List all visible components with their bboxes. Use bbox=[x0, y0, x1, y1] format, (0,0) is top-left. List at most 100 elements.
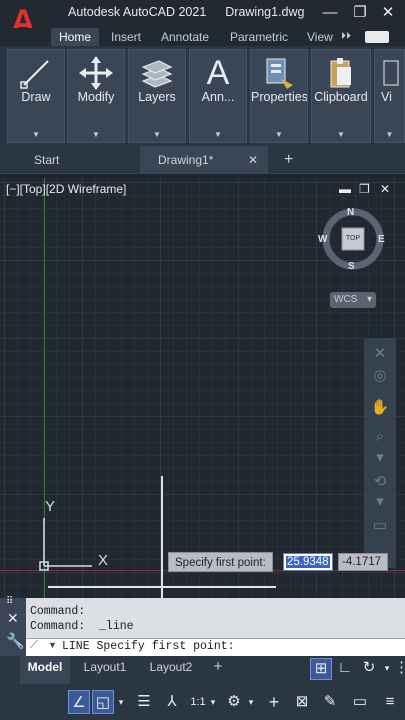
dynamic-input-icon[interactable]: ∠ bbox=[68, 690, 90, 714]
properties-panel-label: Properties bbox=[251, 90, 307, 104]
chevron-down-icon[interactable]: ▾ bbox=[116, 690, 126, 714]
modify-panel[interactable]: Modify ▼ bbox=[67, 49, 125, 143]
close-tab-icon[interactable]: ✕ bbox=[248, 146, 258, 174]
chevron-down-icon[interactable]: ▼ bbox=[251, 130, 307, 139]
tab-view[interactable]: View bbox=[307, 28, 333, 46]
tab-layout1[interactable]: Layout1 bbox=[76, 656, 134, 684]
window-title: Autodesk AutoCAD 2021 Drawing1.dwg bbox=[68, 5, 304, 19]
annotation-panel[interactable]: A Ann... ▼ bbox=[189, 49, 247, 143]
customize-wrench-icon[interactable]: 🔧 bbox=[6, 632, 25, 650]
pan-hand-icon[interactable]: ✋ bbox=[364, 398, 396, 416]
tab-insert[interactable]: Insert bbox=[111, 28, 141, 46]
tab-drawing1[interactable]: Drawing1* ✕ bbox=[140, 146, 268, 174]
selection-cycling-icon[interactable]: ◱ bbox=[92, 690, 114, 714]
modify-panel-label: Modify bbox=[77, 90, 115, 104]
close-button[interactable]: ✕ bbox=[374, 2, 402, 24]
viewport-controls-label[interactable]: [−][Top][2D Wireframe] bbox=[6, 182, 126, 196]
steering-wheel-icon[interactable]: ◎ bbox=[364, 366, 396, 384]
dynamic-input-prompt: Specify first point: bbox=[168, 552, 273, 572]
draw-panel[interactable]: Draw ▼ bbox=[7, 49, 65, 143]
app-name: Autodesk AutoCAD 2021 bbox=[68, 5, 207, 19]
clipboard-icon bbox=[312, 55, 370, 91]
annotation-visibility-icon[interactable]: ⅄ bbox=[160, 690, 184, 714]
wcs-menu[interactable]: WCS ▾ bbox=[330, 292, 376, 308]
y-coordinate-input[interactable]: -4.1717 bbox=[338, 553, 388, 571]
crosshair-vertical bbox=[161, 476, 163, 598]
chevron-down-icon[interactable]: ▼ bbox=[375, 130, 404, 139]
ucs-y-label: Y bbox=[45, 498, 56, 515]
orbit-icon[interactable]: ⟲ bbox=[364, 472, 396, 490]
customization-menu-icon[interactable]: ≡ bbox=[378, 690, 402, 714]
viewport-close-icon[interactable]: ✕ bbox=[380, 182, 390, 196]
tab-layout2[interactable]: Layout2 bbox=[142, 656, 200, 684]
ucs-x-label: X bbox=[98, 552, 109, 569]
clipboard-panel-label: Clipboard bbox=[314, 90, 368, 104]
layers-panel[interactable]: Layers ▼ bbox=[128, 49, 186, 143]
polar-tracking-icon[interactable]: ↻ bbox=[358, 658, 380, 680]
viewport-restore-icon[interactable]: ❐ bbox=[359, 182, 370, 196]
dropdown-icon[interactable]: ▾ bbox=[364, 492, 396, 510]
minimize-button[interactable]: — bbox=[316, 2, 344, 24]
zoom-icon[interactable]: ⌕ bbox=[364, 428, 396, 445]
view-panel-label: Vi bbox=[381, 90, 392, 104]
clean-screen-icon[interactable]: ▭ bbox=[348, 690, 372, 714]
layers-panel-label: Layers bbox=[138, 90, 176, 104]
compass-east[interactable]: E bbox=[378, 234, 385, 245]
document-name: Drawing1.dwg bbox=[225, 5, 305, 19]
chevron-down-icon[interactable]: ▼ bbox=[129, 130, 185, 139]
compass-south[interactable]: S bbox=[348, 261, 355, 272]
x-coordinate-input[interactable]: 25.9348 bbox=[283, 553, 333, 571]
ortho-corner-icon[interactable]: ∟ bbox=[336, 658, 354, 680]
clipboard-panel[interactable]: Clipboard ▼ bbox=[311, 49, 371, 143]
more-icon[interactable]: ⋮ bbox=[394, 658, 405, 680]
tab-annotate[interactable]: Annotate bbox=[161, 28, 209, 46]
more-tabs-button[interactable]: ⏵⏵ bbox=[341, 28, 351, 46]
properties-icon bbox=[251, 55, 307, 91]
chevron-down-icon[interactable]: ▾ bbox=[246, 690, 256, 714]
navigation-bar[interactable]: ✕ ◎ ✋ ⌕ ▾ ⟲ ▾ ▭ bbox=[364, 338, 396, 568]
recent-commands-icon[interactable]: ⟋ bbox=[30, 639, 38, 652]
tab-home[interactable]: Home bbox=[51, 28, 100, 46]
move-arrows-icon bbox=[68, 55, 124, 91]
chevron-down-icon[interactable]: ▾ bbox=[208, 690, 218, 714]
chevron-down-icon[interactable]: ▾ bbox=[382, 658, 392, 680]
maximize-button[interactable]: ❐ bbox=[346, 2, 374, 24]
draw-panel-label: Draw bbox=[21, 90, 51, 104]
chevron-down-icon[interactable]: ▼ bbox=[8, 130, 64, 139]
model-space-icon[interactable]: ⊞ bbox=[310, 658, 332, 680]
annotation-scale[interactable]: 1:1 bbox=[188, 690, 208, 714]
workspace-gear-icon[interactable]: ⚙ bbox=[222, 690, 246, 714]
drawing-viewport[interactable]: [−][Top][2D Wireframe] ▬ ❐ ✕ N S W E TOP… bbox=[0, 178, 405, 598]
chevron-down-icon[interactable]: ▼ bbox=[190, 130, 246, 139]
new-tab-button[interactable]: + bbox=[284, 146, 293, 174]
viewcube[interactable]: N S W E TOP bbox=[318, 204, 388, 284]
compass-north[interactable]: N bbox=[347, 207, 354, 218]
tab-parametric[interactable]: Parametric bbox=[230, 28, 288, 46]
viewcube-top-face[interactable]: TOP bbox=[342, 235, 364, 242]
tab-start[interactable]: Start bbox=[34, 146, 114, 174]
viewport-minimize-icon[interactable]: ▬ bbox=[339, 182, 351, 196]
dropdown-icon[interactable]: ▾ bbox=[364, 448, 396, 466]
add-layout-button[interactable]: + bbox=[208, 656, 228, 684]
tab-model[interactable]: Model bbox=[20, 656, 70, 684]
lineweight-icon[interactable]: ☰ bbox=[132, 690, 156, 714]
command-history: Command: Command: _line bbox=[30, 604, 134, 634]
grip-icon[interactable]: ⠿ bbox=[6, 597, 13, 607]
command-line[interactable]: ⟋ ▼ LINE Specify first point: bbox=[26, 638, 405, 656]
isolate-objects-icon[interactable]: ✎ bbox=[318, 690, 342, 714]
close-navbar-icon[interactable]: ✕ bbox=[364, 344, 396, 362]
chevron-down-icon[interactable]: ▼ bbox=[48, 640, 57, 650]
close-command-icon[interactable]: ✕ bbox=[7, 610, 19, 627]
workspace-toggle-icon[interactable] bbox=[365, 31, 389, 43]
view-panel[interactable]: Vi ▼ bbox=[374, 49, 405, 143]
showmotion-icon[interactable]: ▭ bbox=[364, 516, 396, 534]
units-icon[interactable]: ⊠ bbox=[290, 690, 314, 714]
chevron-down-icon: ▾ bbox=[366, 294, 372, 305]
properties-panel[interactable]: Properties ▼ bbox=[250, 49, 308, 143]
compass-west[interactable]: W bbox=[318, 234, 327, 245]
command-history-line: Command: _line bbox=[30, 620, 134, 633]
chevron-down-icon[interactable]: ▼ bbox=[312, 130, 370, 139]
ribbon-tab-bar: Home Insert Annotate Parametric View ⏵⏵ bbox=[0, 28, 405, 46]
chevron-down-icon[interactable]: ▼ bbox=[68, 130, 124, 139]
annotation-monitor-plus-icon[interactable]: + bbox=[262, 690, 286, 714]
